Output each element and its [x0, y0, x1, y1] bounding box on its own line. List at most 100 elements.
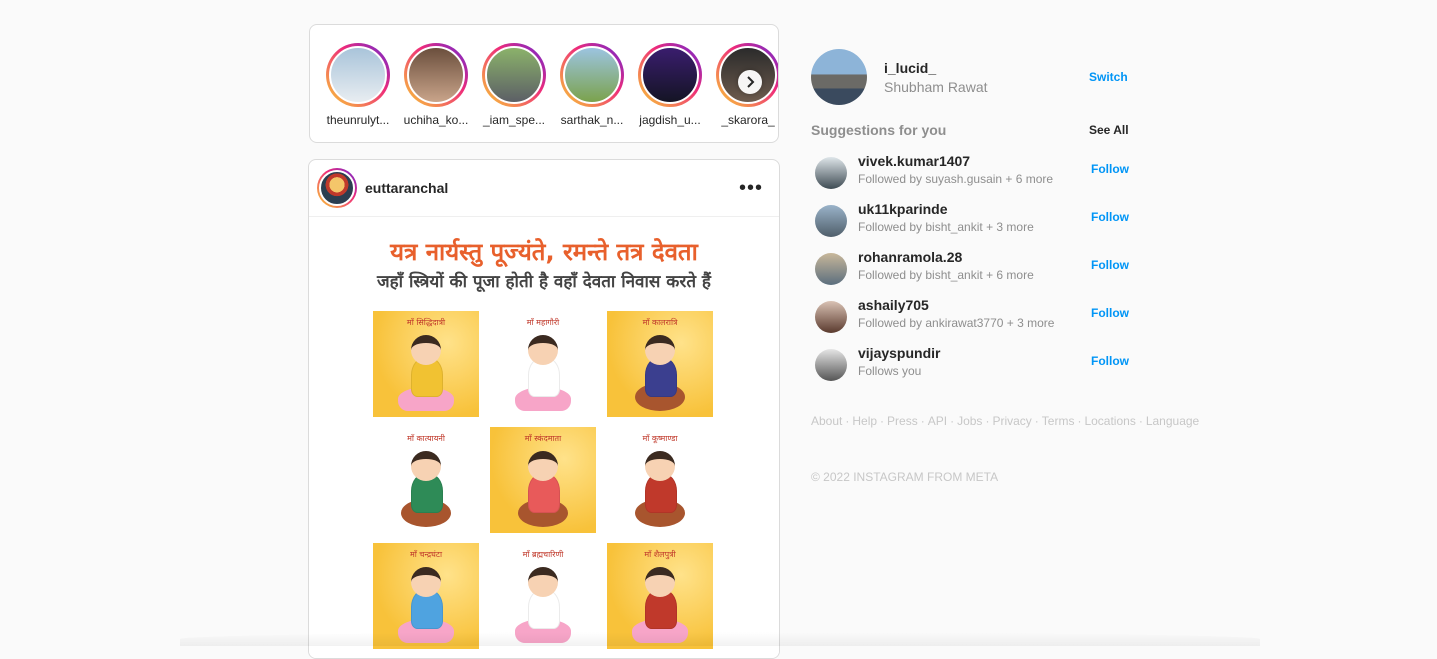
follow-button[interactable]: Follow: [1091, 354, 1129, 368]
goddess-caption: माँ कात्यायनी: [407, 434, 445, 443]
story-username: _iam_spe...: [482, 113, 546, 127]
goddess-caption: माँ कूष्माण्डा: [642, 434, 678, 443]
footer-separator: ·: [1138, 414, 1143, 428]
footer-separator: ·: [845, 414, 850, 428]
ellipsis-icon[interactable]: •••: [739, 177, 763, 200]
goddess-head: [411, 451, 441, 481]
goddess-tile: माँ कात्यायनी: [373, 427, 479, 533]
goddess-caption: माँ शैलपुत्री: [644, 550, 676, 559]
story-ring: [404, 43, 468, 107]
footer-link[interactable]: Privacy: [992, 414, 1031, 428]
profile-full-name: Shubham Rawat: [884, 79, 988, 95]
goddess-head: [528, 335, 558, 365]
footer-link[interactable]: Language: [1146, 414, 1199, 428]
follow-button[interactable]: Follow: [1091, 210, 1129, 224]
stories-tray: theunrulyt... uchiha_ko... _iam_spe... sart…: [309, 24, 779, 143]
goddess-tile: माँ स्कंदमाता: [490, 427, 596, 533]
suggestion-username[interactable]: vijayspundir: [858, 345, 940, 361]
story-ring: [482, 43, 546, 107]
goddess-head: [645, 335, 675, 365]
suggestion-row: ashaily705 Followed by ankirawat3770 + 3 …: [815, 297, 1135, 337]
story-item[interactable]: sarthak_n...: [552, 43, 632, 127]
footer-link[interactable]: About: [811, 414, 842, 428]
profile-username[interactable]: i_lucid_: [884, 60, 936, 76]
goddess-caption: माँ कालरात्रि: [642, 318, 678, 327]
goddess-caption: माँ चन्द्रघंटा: [409, 550, 443, 559]
footer-separator: ·: [985, 414, 990, 428]
profile-avatar[interactable]: [811, 49, 867, 105]
goddess-head: [411, 567, 441, 597]
story-username: jagdish_u...: [639, 113, 701, 127]
story-item[interactable]: _iam_spe...: [474, 43, 554, 127]
footer-links: About · Help · Press · API · Jobs · Privacy · Terms ·…: [811, 412, 1199, 431]
story-ring: [638, 43, 702, 107]
goddess-tile: माँ कालरात्रि: [607, 311, 713, 417]
footer-link[interactable]: Press: [887, 414, 918, 428]
post-header: euttaranchal •••: [309, 160, 779, 217]
post-author-avatar[interactable]: [317, 168, 357, 208]
post-image[interactable]: यत्र नार्यस्तु पूज्यंते, रमन्ते तत्र देव…: [309, 217, 779, 658]
goddess-caption: माँ सिद्धिदात्री: [406, 318, 446, 327]
feed-post: euttaranchal ••• यत्र नार्यस्तु पूज्यंते…: [308, 159, 780, 659]
suggestion-avatar[interactable]: [815, 349, 847, 381]
suggestion-avatar[interactable]: [815, 301, 847, 333]
suggestion-subtitle: Follows you: [858, 364, 922, 378]
copyright: © 2022 INSTAGRAM FROM META: [811, 470, 999, 484]
suggestion-row: vivek.kumar1407 Followed by suyash.gusain…: [815, 153, 1135, 193]
footer-separator: ·: [950, 414, 955, 428]
suggestions-title: Suggestions for you: [811, 122, 947, 138]
goddess-caption: माँ महागौरी: [526, 318, 560, 327]
suggestion-avatar[interactable]: [815, 253, 847, 285]
suggestion-username[interactable]: uk11kparinde: [858, 201, 948, 217]
suggestion-row: uk11kparinde Followed by bisht_ankit + 3 …: [815, 201, 1135, 241]
switch-account-button[interactable]: Switch: [1089, 70, 1128, 84]
bottom-shadow: [180, 632, 1260, 646]
footer-separator: ·: [1077, 414, 1082, 428]
story-avatar: [563, 46, 621, 104]
story-avatar: [641, 46, 699, 104]
follow-button[interactable]: Follow: [1091, 162, 1129, 176]
footer-link[interactable]: API: [928, 414, 947, 428]
follow-button[interactable]: Follow: [1091, 258, 1129, 272]
story-item[interactable]: theunrulyt...: [318, 43, 398, 127]
post-image-title: यत्र नार्यस्तु पूज्यंते, रमन्ते तत्र देव…: [390, 238, 698, 266]
suggestion-username[interactable]: vivek.kumar1407: [858, 153, 970, 169]
suggestion-subtitle: Followed by ankirawat3770 + 3 more: [858, 316, 1055, 330]
suggestion-avatar[interactable]: [815, 157, 847, 189]
goddess-caption: माँ ब्रह्मचारिणी: [522, 550, 564, 559]
suggestion-subtitle: Followed by bisht_ankit + 6 more: [858, 268, 1034, 282]
footer-link[interactable]: Terms: [1042, 414, 1075, 428]
suggestion-row: vijayspundir Follows you Follow: [815, 345, 1135, 385]
story-username: _skarora_: [721, 113, 775, 127]
goddess-grid: माँ सिद्धिदात्री माँ महागौरी माँ कालरात्रि…: [373, 311, 713, 649]
footer-separator: ·: [920, 414, 925, 428]
suggestion-username[interactable]: rohanramola.28: [858, 249, 962, 265]
footer-link[interactable]: Help: [852, 414, 877, 428]
story-avatar: [407, 46, 465, 104]
story-avatar: [329, 46, 387, 104]
suggestion-row: rohanramola.28 Followed by bisht_ankit + …: [815, 249, 1135, 289]
stories-next-button[interactable]: [738, 70, 762, 94]
story-ring: [560, 43, 624, 107]
footer-link[interactable]: Jobs: [957, 414, 982, 428]
goddess-head: [528, 451, 558, 481]
goddess-tile: माँ महागौरी: [490, 311, 596, 417]
suggestion-avatar[interactable]: [815, 205, 847, 237]
goddess-head: [645, 451, 675, 481]
see-all-button[interactable]: See All: [1089, 123, 1129, 137]
footer-link[interactable]: Locations: [1084, 414, 1135, 428]
goddess-caption: माँ स्कंदमाता: [524, 434, 562, 443]
goddess-tile: माँ सिद्धिदात्री: [373, 311, 479, 417]
suggestion-username[interactable]: ashaily705: [858, 297, 929, 313]
story-item[interactable]: uchiha_ko...: [396, 43, 476, 127]
story-username: sarthak_n...: [560, 113, 624, 127]
follow-button[interactable]: Follow: [1091, 306, 1129, 320]
story-username: theunrulyt...: [326, 113, 390, 127]
footer-separator: ·: [880, 414, 885, 428]
footer-separator: ·: [1034, 414, 1039, 428]
goddess-tile: माँ कूष्माण्डा: [607, 427, 713, 533]
goddess-head: [645, 567, 675, 597]
post-author-username[interactable]: euttaranchal: [365, 180, 448, 196]
story-item[interactable]: jagdish_u...: [630, 43, 710, 127]
chevron-right-icon: [747, 76, 755, 88]
